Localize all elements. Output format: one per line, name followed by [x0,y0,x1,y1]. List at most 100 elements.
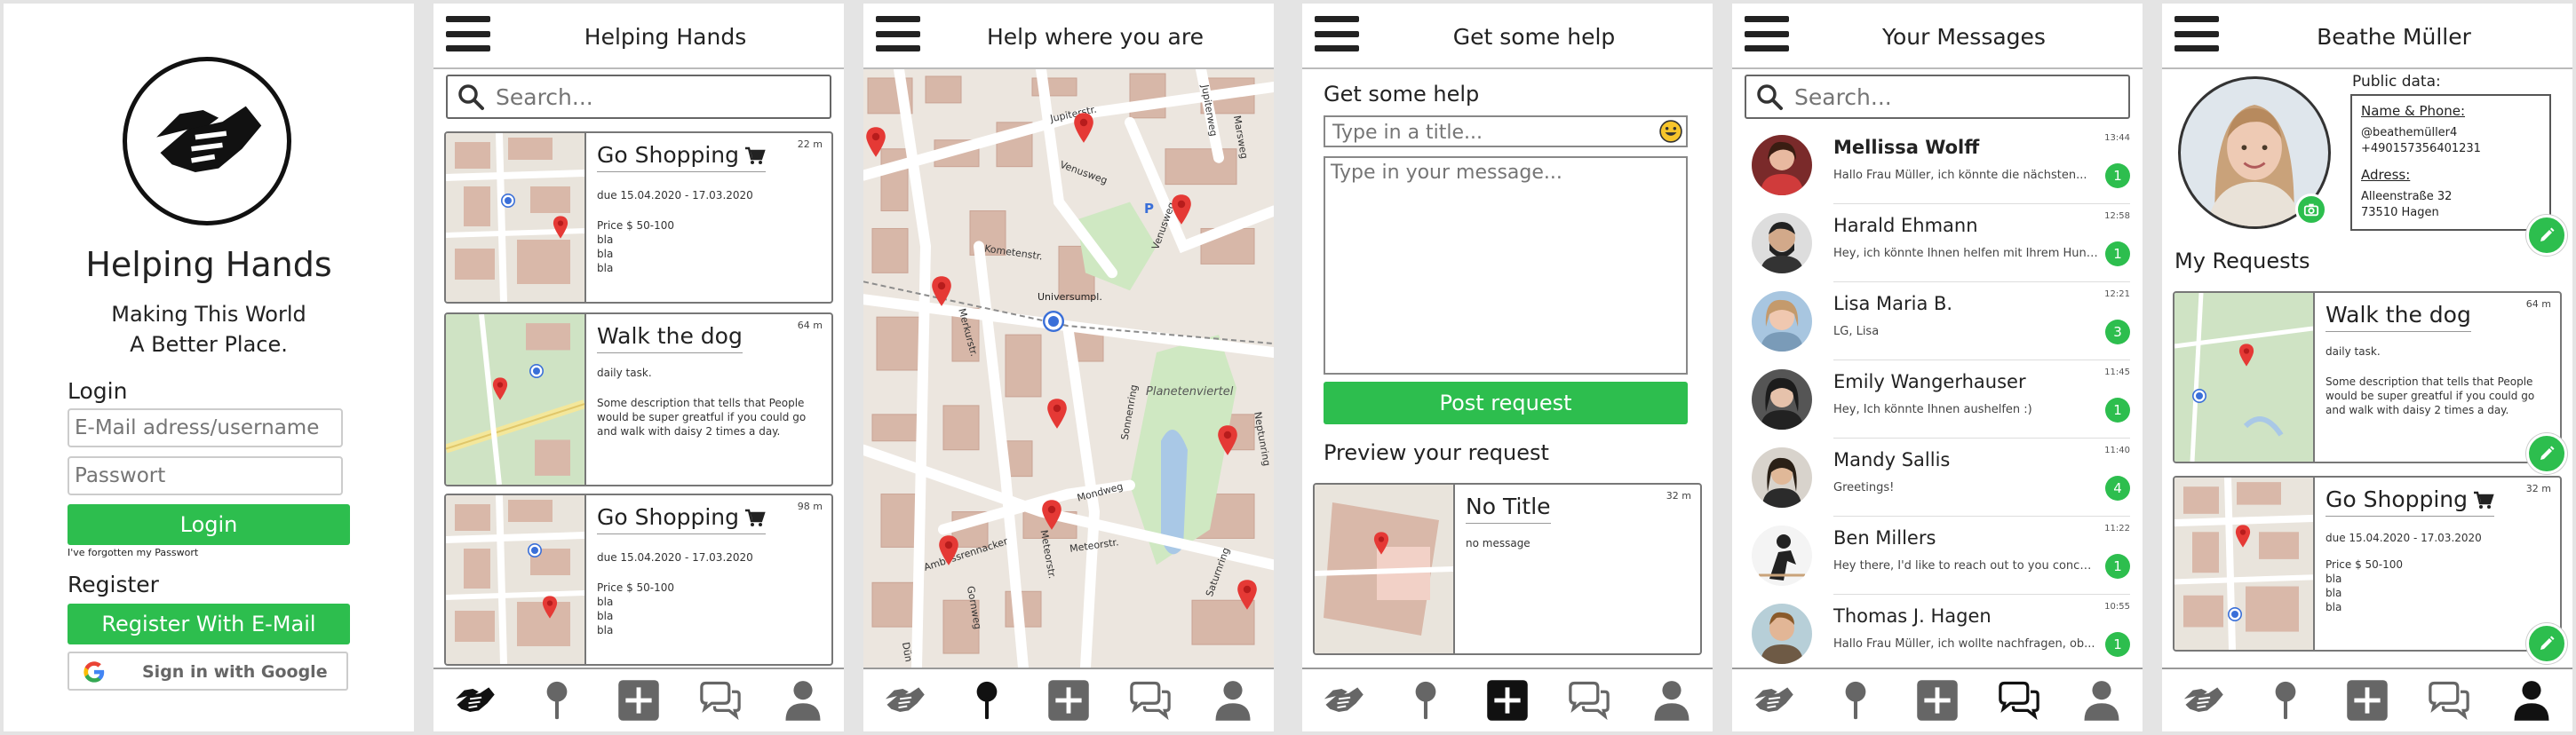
red-pin-icon[interactable] [931,275,952,307]
nav-home[interactable] [1750,677,1796,723]
nav-home[interactable] [1320,677,1366,723]
password-field[interactable] [68,456,343,495]
nav-home[interactable] [881,677,927,723]
emoji-icon[interactable] [1659,120,1682,143]
register-email-button[interactable]: Register With E-Mail [68,604,350,644]
email-field[interactable] [68,408,343,447]
search-box[interactable] [1745,75,2130,119]
red-pin-icon[interactable] [1217,424,1238,456]
conversation-item[interactable]: Lisa Maria B. LG, Lisa 12:21 3 [1732,284,2143,360]
red-pin-icon[interactable] [1236,579,1258,611]
current-location-icon [1043,311,1064,332]
request-card[interactable]: 98 m Go Shopping due 15.04.2020 - 17.03.… [444,494,833,666]
street-label: Universumpl. [1038,291,1102,303]
nav-map[interactable] [964,677,1010,723]
nav-profile[interactable] [780,677,826,723]
map-thumbnail [2174,293,2315,462]
red-pin-icon[interactable] [1041,499,1062,531]
conversation-item[interactable]: Emily Wangerhauser Hey, Ich könnte Ihnen… [1732,362,2143,439]
blue-location-icon [529,364,544,378]
map-view[interactable]: Jupiterstr. Venusweg Jupiterweg Marsweg … [863,69,1274,668]
post-request-button[interactable]: Post request [1324,382,1688,424]
nav-messages[interactable] [1127,677,1173,723]
red-pin-icon[interactable] [865,126,886,158]
search-input[interactable] [494,82,824,112]
nav-profile[interactable] [2508,677,2555,723]
nav-map[interactable] [2262,677,2309,723]
contact-name: Harald Ehmann [1833,215,1978,236]
menu-icon[interactable] [446,16,490,51]
nav-home[interactable] [451,677,497,723]
card-title: Go Shopping [597,504,767,534]
title-input-box[interactable] [1324,115,1688,147]
nav-map[interactable] [1403,677,1449,723]
nav-profile[interactable] [1649,677,1695,723]
edit-request-button[interactable] [2526,623,2567,664]
contact-name: Thomas J. Hagen [1833,605,1992,627]
nav-messages[interactable] [2426,677,2472,723]
nav-add[interactable] [616,677,662,723]
message-preview: LG, Lisa [1833,325,1880,338]
edit-profile-button[interactable] [2526,215,2567,256]
request-card[interactable]: 64 m Walk the dog daily task. Some descr… [444,312,833,486]
conversation-item[interactable]: Mandy Sallis Greetings! 11:40 4 [1732,440,2143,517]
conversation-item[interactable]: Harald Ehmann Hey, ich könnte Ihnen helf… [1732,206,2143,282]
conversation-item[interactable]: Ben Millers Hey there, I'd like to reach… [1732,518,2143,595]
address-label: Adress: [2361,167,2411,183]
distance: 64 m [2525,298,2551,310]
nav-add[interactable] [1914,677,1960,723]
edit-request-button[interactable] [2526,433,2567,474]
red-pin-icon[interactable] [938,534,959,566]
menu-icon[interactable] [876,16,920,51]
card-extra: bla [597,248,614,260]
title-input[interactable] [1331,119,1650,146]
nav-messages[interactable] [1566,677,1612,723]
message-time: 12:58 [2104,211,2130,221]
nav-home[interactable] [2180,677,2226,723]
pencil-icon [2538,445,2556,462]
message-textarea[interactable] [1324,156,1688,375]
login-heading: Login [68,378,128,404]
nav-profile[interactable] [2079,677,2125,723]
chat-icon [1127,677,1173,723]
nav-messages[interactable] [697,677,743,723]
public-data-box: Name & Phone: @beathemüller4 +4901573564… [2350,94,2551,231]
request-card[interactable]: 22 m Go Shopping due 15.04.2020 - 17.03.… [444,131,833,304]
avatar [1752,213,1812,273]
login-button[interactable]: Login [68,504,350,545]
google-signin-button[interactable]: Sign in with Google [68,652,348,691]
card-extra: bla [597,233,614,246]
cart-icon [744,508,766,529]
login-screen: Helping Hands Making This World A Better… [4,4,414,731]
search-box[interactable] [446,75,831,119]
my-request-card[interactable]: 64 m Walk the dog daily task. Some descr… [2173,291,2562,463]
distance: 22 m [797,138,823,150]
search-input[interactable] [1793,82,2123,112]
nav-add[interactable] [1484,677,1530,723]
red-pin-icon[interactable] [1171,194,1192,225]
conversation-item[interactable]: Thomas J. Hagen Hallo Frau Müller, ich w… [1732,597,2143,673]
card-title: Walk the dog [597,323,743,353]
red-pin-icon[interactable] [1073,112,1094,144]
card-title: Go Shopping [2326,486,2495,517]
card-description: Some description that tells that People … [2326,375,2535,416]
nav-map[interactable] [1833,677,1879,723]
camera-button[interactable] [2295,194,2327,225]
card-extra: bla [2326,573,2342,585]
pencil-icon [2538,226,2556,244]
my-request-card[interactable]: 32 m Go Shopping due 15.04.2020 - 17.03.… [2173,476,2562,652]
forgot-password-link[interactable]: I've forgotten my Passwort [68,547,198,558]
red-pin-icon [1373,531,1389,556]
nav-messages[interactable] [1996,677,2042,723]
nav-add[interactable] [1046,677,1092,723]
header: Beathe Müller [2162,4,2572,69]
menu-icon[interactable] [2174,16,2219,51]
nav-map[interactable] [534,677,580,723]
nav-add[interactable] [2344,677,2390,723]
menu-icon[interactable] [1745,16,1789,51]
nav-profile[interactable] [1210,677,1256,723]
card-extra: bla [597,262,614,274]
conversation-item[interactable]: Mellissa Wolff Hallo Frau Müller, ich kö… [1732,128,2143,204]
menu-icon[interactable] [1315,16,1359,51]
red-pin-icon[interactable] [1046,398,1068,430]
